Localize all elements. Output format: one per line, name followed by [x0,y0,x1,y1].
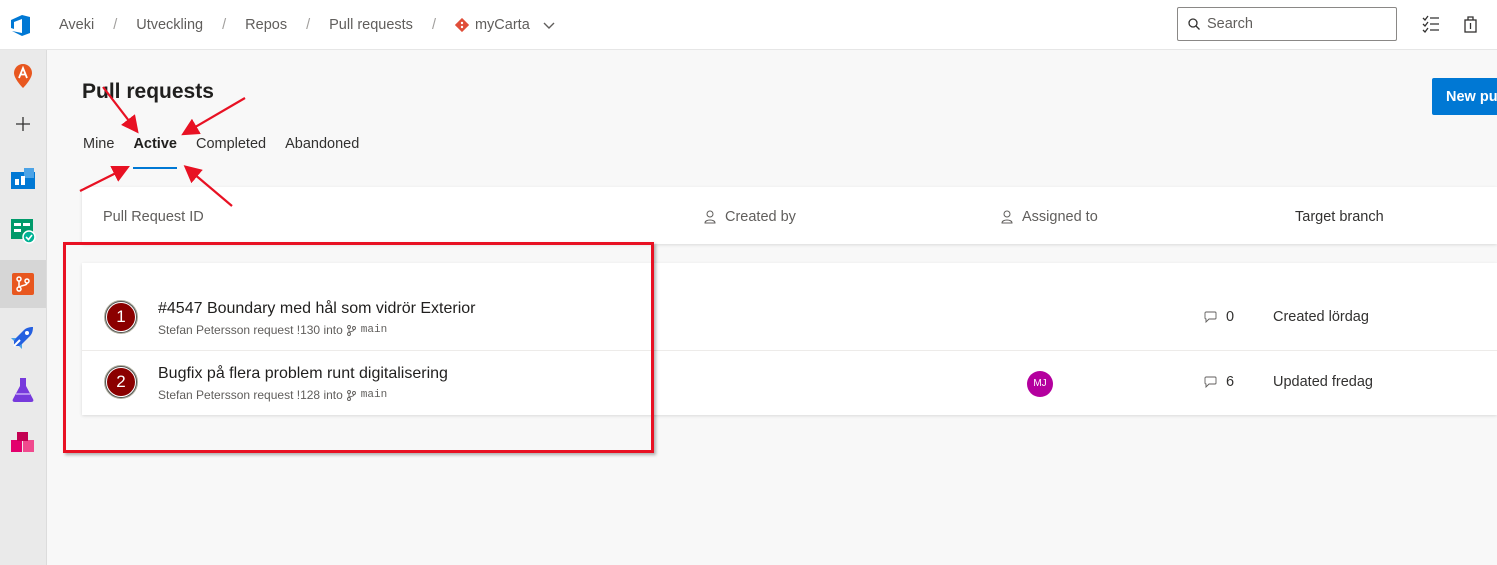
new-pull-request-button[interactable]: New pull request [1432,78,1497,115]
repo-name: myCarta [474,17,530,33]
branch-icon [346,389,356,401]
column-assigned-to-label: Assigned to [1022,209,1098,225]
breadcrumb-separator: / [222,17,227,33]
breadcrumb-separator: / [431,17,436,33]
page-title: Pull requests [82,80,214,103]
tab-mine[interactable]: Mine [83,136,114,170]
tab-abandoned[interactable]: Abandoned [285,136,359,170]
nav-project-avatar[interactable] [0,52,46,100]
comment-icon [1204,376,1217,388]
left-nav [0,50,47,565]
project-logo-icon [14,64,32,88]
breadcrumb-repos[interactable]: Repos [245,17,287,33]
breadcrumb-separator: / [306,17,311,33]
pr-tabs: Mine Active Completed Abandoned [83,136,378,170]
branch-icon [346,324,356,336]
comment-icon [1204,311,1217,323]
column-header: Pull Request ID Created by Assigned to T… [82,187,1497,244]
person-icon [1001,210,1013,224]
checklist-icon[interactable] [1421,14,1441,34]
nav-artifacts[interactable] [0,419,46,467]
test-plans-icon [12,378,34,402]
azure-devops-logo-icon[interactable] [8,12,34,38]
pipelines-icon [11,327,33,349]
comment-count: 6 [1204,374,1234,390]
column-assigned-to[interactable]: Assigned to [1001,209,1098,225]
person-icon [704,210,716,224]
comment-count-value: 6 [1226,374,1235,390]
tab-completed[interactable]: Completed [196,136,266,170]
column-created-by-label: Created by [725,209,796,225]
target-branch-name: main [360,389,388,401]
repos-icon [12,273,34,295]
git-repo-icon [454,18,469,32]
nav-repos[interactable] [0,260,46,308]
column-pr-id-label: Pull Request ID [103,209,204,225]
overview-icon [11,168,35,189]
pull-request-author-info: Stefan Petersson request !130 into [158,323,343,337]
pull-request-row[interactable]: Bugfix på flera problem runt digitaliser… [82,350,1497,414]
boards-icon [11,219,36,244]
pull-request-status: Updated fredag [1273,374,1373,390]
plus-icon [16,117,30,131]
comment-count-value: 0 [1226,309,1235,325]
target-branch-name: main [360,324,388,336]
column-target-branch-label: Target branch [1295,209,1384,225]
pull-request-title[interactable]: Bugfix på flera problem runt digitaliser… [158,365,448,383]
pull-request-author-info: Stefan Petersson request !128 into [158,388,343,402]
comment-count: 0 [1204,309,1234,325]
nav-new[interactable] [0,100,46,148]
breadcrumb-separator: / [113,17,118,33]
nav-test-plans[interactable] [0,366,46,414]
column-created-by[interactable]: Created by [704,209,796,225]
annotation-marker-2: 2 [106,367,136,397]
nav-pipelines[interactable] [0,313,46,361]
tab-active[interactable]: Active [133,136,177,170]
reviewer-avatar[interactable]: MJ [1027,371,1053,397]
search-icon [1188,18,1200,30]
breadcrumb-project[interactable]: Utveckling [136,17,203,33]
breadcrumb-org[interactable]: Aveki [59,17,94,33]
pull-request-title[interactable]: #4547 Boundary med hål som vidrör Exteri… [158,300,476,318]
pull-request-row[interactable]: #4547 Boundary med hål som vidrör Exteri… [82,286,1497,350]
search-box[interactable] [1177,7,1397,41]
search-input[interactable] [1207,16,1377,32]
column-pr-id[interactable]: Pull Request ID [103,209,204,225]
chevron-down-icon [543,22,555,29]
pull-request-list: #4547 Boundary med hål som vidrör Exteri… [82,263,1497,415]
top-bar: Aveki / Utveckling / Repos / Pull reques… [0,0,1497,50]
pull-request-status: Created lördag [1273,309,1369,325]
repo-selector[interactable]: myCarta [454,17,556,33]
breadcrumb: Aveki / Utveckling / Repos / Pull reques… [59,0,556,50]
annotation-marker-1: 1 [106,302,136,332]
artifacts-icon [11,432,34,452]
nav-boards[interactable] [0,207,46,255]
nav-overview[interactable] [0,154,46,202]
marketplace-bag-icon[interactable] [1461,14,1481,34]
pull-request-subtitle: Stefan Petersson request !128 into main [158,388,387,402]
column-target-branch[interactable]: Target branch [1295,209,1384,225]
pull-request-subtitle: Stefan Petersson request !130 into main [158,323,387,337]
breadcrumb-pull-requests[interactable]: Pull requests [329,17,413,33]
